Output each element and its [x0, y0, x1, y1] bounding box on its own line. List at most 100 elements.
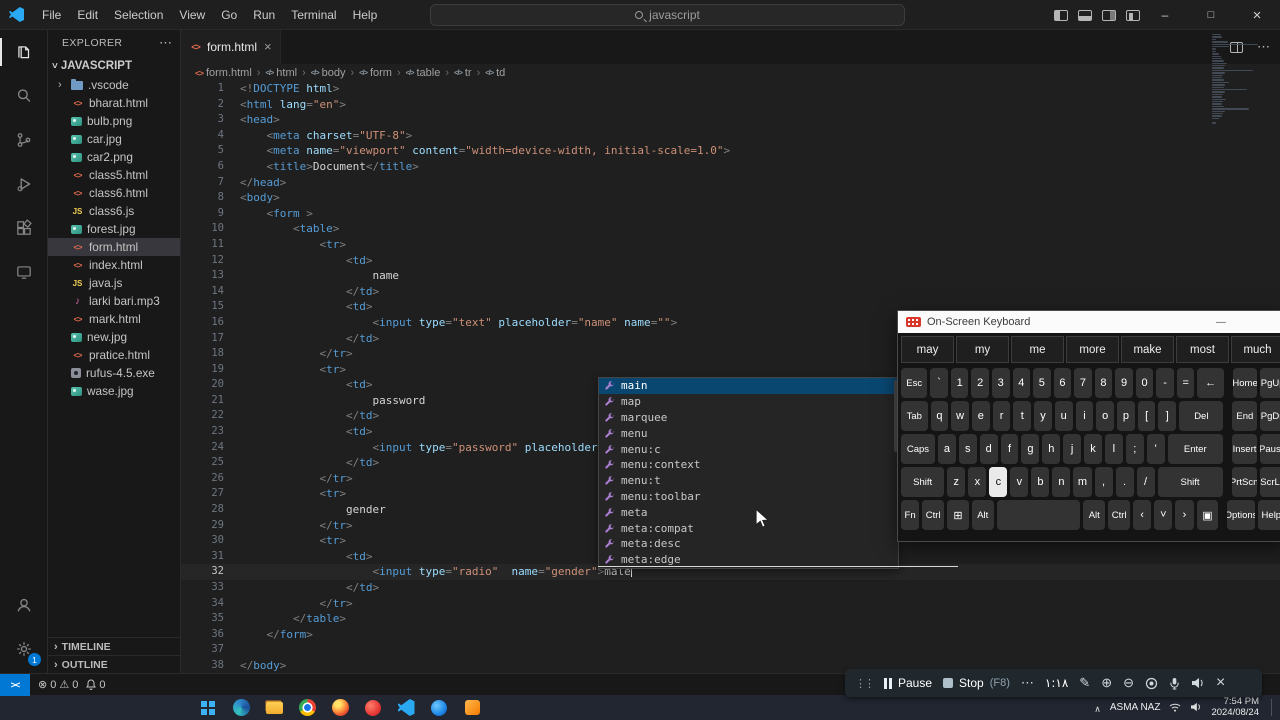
menu-edit[interactable]: Edit	[69, 0, 106, 30]
osk-key-prtscn[interactable]: PrtScn	[1231, 467, 1257, 497]
accounts-button[interactable]	[0, 583, 48, 627]
osk-key-alt[interactable]: Alt	[1083, 500, 1106, 530]
osk-word-me[interactable]: me	[1011, 336, 1064, 363]
file-item-form-html[interactable]: <> form.html	[48, 238, 180, 256]
layout-sidebar-left-icon[interactable]	[1054, 9, 1068, 21]
osk-minimize-icon[interactable]	[1206, 311, 1236, 333]
osk-key-4[interactable]: 4	[1012, 368, 1031, 398]
zoom-in-icon[interactable]: ⊕	[1101, 675, 1112, 691]
osk-word-make[interactable]: make	[1121, 336, 1174, 363]
osk-key-caps[interactable]: Caps	[901, 434, 935, 464]
code-line-6[interactable]: 6 <title>Document</title>	[181, 159, 1280, 175]
osk-key--[interactable]: ]	[1158, 401, 1177, 431]
file-item-pratice-html[interactable]: <> pratice.html	[48, 346, 180, 364]
file-item-new-jpg[interactable]: new.jpg	[48, 328, 180, 346]
osk-key--[interactable]: =	[1176, 368, 1195, 398]
osk-key-z[interactable]: z	[947, 467, 966, 497]
more-options-icon[interactable]: ⋯	[1021, 675, 1034, 691]
osk-key--[interactable]: `	[930, 368, 948, 398]
breadcrumb-item-html[interactable]: </> html	[263, 67, 299, 79]
osk-key-c[interactable]: c	[989, 467, 1008, 497]
osk-key-l[interactable]: l	[1104, 434, 1123, 464]
file-explorer-icon[interactable]	[262, 696, 286, 720]
suggestion-menu-context[interactable]: menu:context	[599, 457, 898, 473]
osk-key-s[interactable]: s	[958, 434, 977, 464]
tray-speaker-icon[interactable]	[1190, 699, 1202, 717]
osk-word-may[interactable]: may	[901, 336, 954, 363]
layout-sidebar-right-icon[interactable]	[1102, 9, 1116, 21]
menu-go[interactable]: Go	[213, 0, 245, 30]
osk-key-help[interactable]: Help	[1257, 500, 1280, 530]
osk-key--[interactable]: .	[1115, 467, 1134, 497]
osk-key-k[interactable]: k	[1084, 434, 1102, 464]
chrome-icon[interactable]	[295, 696, 319, 720]
folder-root-javascript[interactable]: JAVASCRIPT	[48, 56, 180, 76]
osk-key-w[interactable]: w	[951, 401, 969, 431]
file-item--vscode[interactable]: › .vscode	[48, 76, 180, 94]
file-item-wase-jpg[interactable]: wase.jpg	[48, 382, 180, 400]
osk-key-fn[interactable]: Fn	[901, 500, 920, 530]
suggestion-map[interactable]: map	[599, 394, 898, 410]
file-item-forest-jpg[interactable]: forest.jpg	[48, 220, 180, 238]
app-orange-icon[interactable]	[460, 696, 484, 720]
window-maximize-button[interactable]	[1188, 0, 1234, 30]
osk-key-m[interactable]: m	[1073, 467, 1092, 497]
osk-key-space[interactable]	[996, 500, 1081, 530]
osk-word-most[interactable]: most	[1176, 336, 1229, 363]
osk-key-ctrl[interactable]: Ctrl	[922, 500, 945, 530]
osk-key-u[interactable]: u	[1054, 401, 1073, 431]
osk-key-6[interactable]: 6	[1053, 368, 1072, 398]
osk-key-y[interactable]: y	[1034, 401, 1052, 431]
code-line-34[interactable]: 34 </tr>	[181, 596, 1280, 612]
osk-key-n[interactable]: n	[1052, 467, 1071, 497]
suggestion-menu-t[interactable]: menu:t	[599, 473, 898, 489]
tab-form-html[interactable]: <> form.html	[181, 30, 281, 64]
osk-key-j[interactable]: j	[1063, 434, 1082, 464]
file-item-bharat-html[interactable]: <> bharat.html	[48, 94, 180, 112]
osk-key-a[interactable]: a	[937, 434, 956, 464]
webcam-icon[interactable]	[1145, 677, 1158, 690]
osk-key-scrlk[interactable]: ScrLk	[1259, 467, 1280, 497]
suggestion-meta[interactable]: meta	[599, 504, 898, 520]
osk-word-my[interactable]: my	[956, 336, 1009, 363]
taskbar-clock[interactable]: 7:54 PM 2024/08/24	[1211, 696, 1259, 718]
menu-file[interactable]: File	[34, 0, 69, 30]
suggestion-menu-toolbar[interactable]: menu:toolbar	[599, 489, 898, 505]
stop-button[interactable]: Stop (F8)	[943, 676, 1010, 690]
osk-key-del[interactable]: Del	[1179, 401, 1224, 431]
code-line-33[interactable]: 33 </td>	[181, 580, 1280, 596]
file-item-car-jpg[interactable]: car.jpg	[48, 130, 180, 148]
osk-key-v[interactable]: v	[1010, 467, 1029, 497]
layout-customize-icon[interactable]	[1126, 9, 1140, 21]
explorer-more-actions-icon[interactable]	[159, 34, 172, 52]
menu-selection[interactable]: Selection	[106, 0, 171, 30]
pencil-annotate-icon[interactable]: ✎	[1079, 675, 1090, 691]
osk-key-r[interactable]: r	[992, 401, 1011, 431]
osk-key--[interactable]: ›	[1175, 500, 1194, 530]
sidebar-item-run-debug[interactable]	[0, 162, 48, 206]
osk-key-insert[interactable]: Insert	[1231, 434, 1257, 464]
menu-terminal[interactable]: Terminal	[283, 0, 344, 30]
edge-icon[interactable]	[229, 696, 253, 720]
osk-word-much[interactable]: much	[1231, 336, 1280, 363]
tab-close-icon[interactable]	[262, 38, 272, 56]
osk-key-alt[interactable]: Alt	[971, 500, 994, 530]
section-outline[interactable]: OUTLINE	[48, 655, 180, 673]
zoom-out-icon[interactable]: ⊖	[1123, 675, 1134, 691]
sidebar-item-search[interactable]	[0, 74, 48, 118]
osk-key-shift[interactable]: Shift	[901, 467, 945, 497]
osk-key-tab[interactable]: Tab	[901, 401, 928, 431]
file-item-class6-js[interactable]: JS class6.js	[48, 202, 180, 220]
osk-key-q[interactable]: q	[930, 401, 949, 431]
notifications-indicator[interactable]: 0	[86, 679, 105, 691]
file-item-java-js[interactable]: JS java.js	[48, 274, 180, 292]
pause-button[interactable]: Pause	[884, 676, 932, 690]
sidebar-item-explorer[interactable]	[0, 30, 48, 74]
code-line-36[interactable]: 36 </form>	[181, 627, 1280, 643]
file-item-bulb-png[interactable]: bulb.png	[48, 112, 180, 130]
osk-key-pause[interactable]: Pause	[1260, 434, 1280, 464]
osk-key-o[interactable]: o	[1096, 401, 1115, 431]
osk-key-8[interactable]: 8	[1094, 368, 1113, 398]
suggestion-meta-desc[interactable]: meta:desc	[599, 536, 898, 552]
code-line-13[interactable]: 13 name	[181, 268, 1280, 284]
